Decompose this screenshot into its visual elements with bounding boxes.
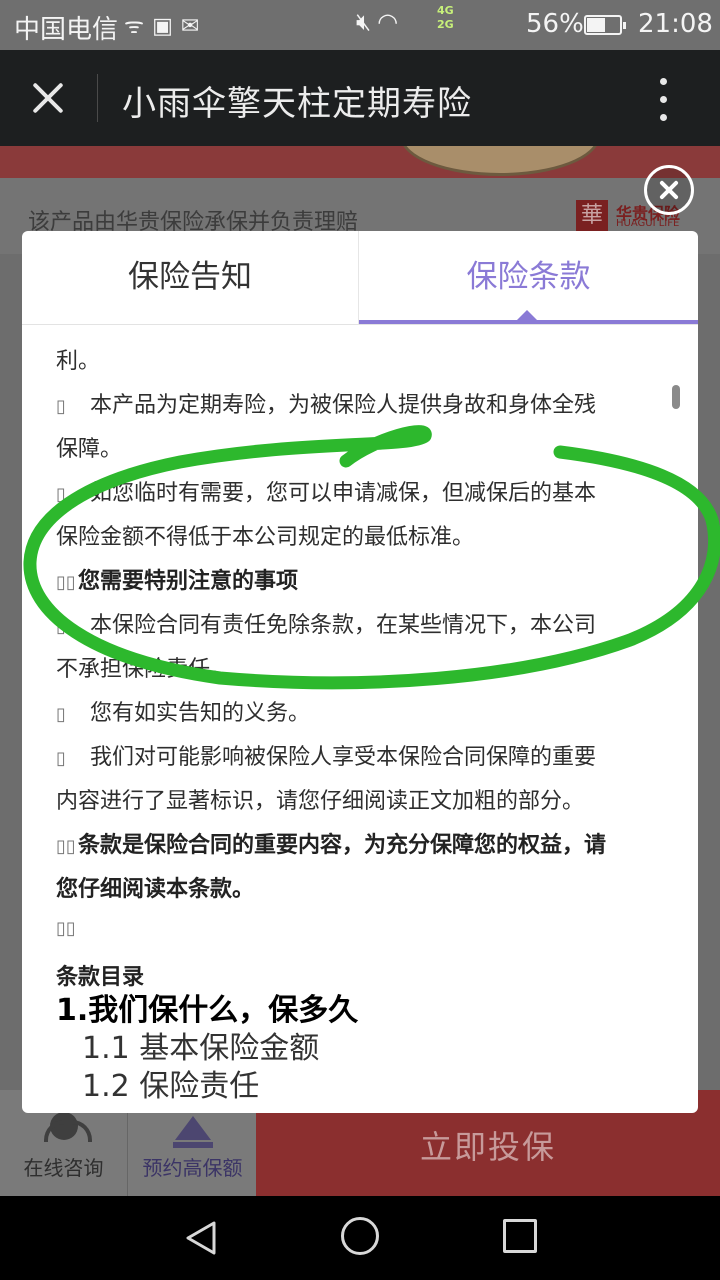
close-icon[interactable]: [26, 76, 70, 120]
active-tab-caret: [516, 310, 538, 321]
terms-line: ▯ 本保险合同有责任免除条款，在某些情况下，本公司: [56, 613, 597, 638]
empty-bullet-line: ▯▯: [56, 915, 90, 940]
modal-close-icon[interactable]: [644, 165, 694, 215]
reserve-label: 预约高保额: [142, 1156, 243, 1180]
online-consult-label: 在线咨询: [23, 1156, 104, 1180]
terms-line: ▯ 本产品为定期寿险，为被保险人提供身故和身体全残: [56, 393, 597, 418]
wifi-signal-icon: ᯤ: [124, 14, 153, 39]
tab-insurance-notice[interactable]: 保险告知: [22, 231, 359, 325]
terms-line: 利。: [56, 349, 101, 374]
content-scrollbar[interactable]: [672, 385, 680, 409]
battery-icon: [584, 15, 626, 35]
bullet-glyph: ▯▯: [56, 836, 76, 857]
terms-line: 保险金额不得低于本公司规定的最低标准。: [56, 525, 475, 550]
more-dot: [660, 114, 667, 121]
battery-fill: [587, 18, 605, 32]
terms-bold-line: ▯▯条款是保险合同的重要内容，为充分保障您的权益，请: [56, 833, 607, 858]
title-divider: [97, 74, 98, 122]
network-4g: 4G: [437, 4, 454, 17]
back-icon[interactable]: [184, 1220, 220, 1256]
banner-illustration: [400, 146, 600, 176]
mute-icon: 🔇︎: [356, 8, 378, 36]
terms-line: ▯ 我们对可能影响被保险人享受本保险合同保障的重要: [56, 745, 597, 770]
bullet-glyph: ▯: [56, 704, 66, 725]
terms-line: 内容进行了显著标识，请您仔细阅读正文加粗的部分。: [56, 789, 585, 814]
system-icons: 🔇︎◠: [356, 8, 404, 36]
clock: 21:08: [638, 9, 713, 39]
huagui-logo-en: HUAGUI LIFE: [616, 218, 680, 229]
product-banner: [0, 146, 720, 178]
mail-icon: ✉: [180, 14, 208, 39]
bullet-glyph: ▯▯: [56, 572, 76, 593]
terms-line: 保障。: [56, 437, 123, 462]
notification-icons: ᯤ▣✉: [124, 10, 207, 40]
system-nav-bar: [0, 1196, 720, 1280]
image-icon: ▣: [152, 14, 181, 39]
terms-line: ▯ 如您临时有需要，您可以申请减保，但减保后的基本: [56, 481, 597, 506]
page-title: 小雨伞擎天柱定期寿险: [122, 84, 472, 124]
status-bar: 中国电信 ᯤ▣✉ 🔇︎◠ 4G 2G 56% 21:08: [0, 0, 720, 50]
headset-icon: [44, 1112, 92, 1148]
toc-heading-1-2[interactable]: 1.2 保险责任: [82, 1061, 259, 1105]
more-menu-icon[interactable]: [648, 78, 678, 122]
battery-percent: 56%: [526, 9, 584, 39]
more-dot: [660, 78, 667, 85]
recent-apps-icon[interactable]: [503, 1219, 537, 1253]
title-bar: 小雨伞擎天柱定期寿险: [0, 50, 720, 146]
bullet-glyph: ▯: [56, 616, 66, 637]
bullet-glyph: ▯▯: [56, 918, 76, 939]
network-type: 4G 2G: [437, 4, 454, 32]
bullet-glyph: ▯: [56, 484, 66, 505]
terms-line: ▯ 您有如实告知的义务。: [56, 701, 311, 726]
crown-icon: [173, 1112, 213, 1148]
bullet-glyph: ▯: [56, 396, 66, 417]
modal-tabs: 保险告知 保险条款: [22, 231, 698, 325]
terms-bold-line: 您仔细阅读本条款。: [56, 877, 255, 902]
buy-now-label: 立即投保: [419, 1128, 556, 1166]
terms-line: 不承担保险责任。: [56, 657, 233, 682]
huagui-logo-mark: 華: [576, 200, 608, 232]
network-2g: 2G: [437, 18, 454, 31]
carrier-name: 中国电信: [14, 15, 119, 45]
terms-heading: ▯▯您需要特别注意的事项: [56, 569, 299, 594]
bullet-glyph: ▯: [56, 748, 66, 769]
wifi-icon: ◠: [377, 8, 405, 36]
terms-modal: 保险告知 保险条款 利。 ▯ 本产品为定期寿险，为被保险人提供身故和身体全残 保障…: [22, 231, 698, 1113]
more-dot: [660, 96, 667, 103]
home-icon[interactable]: [341, 1217, 379, 1255]
terms-content[interactable]: 利。 ▯ 本产品为定期寿险，为被保险人提供身故和身体全残 保障。 ▯ 如您临时有需要…: [56, 325, 662, 1113]
